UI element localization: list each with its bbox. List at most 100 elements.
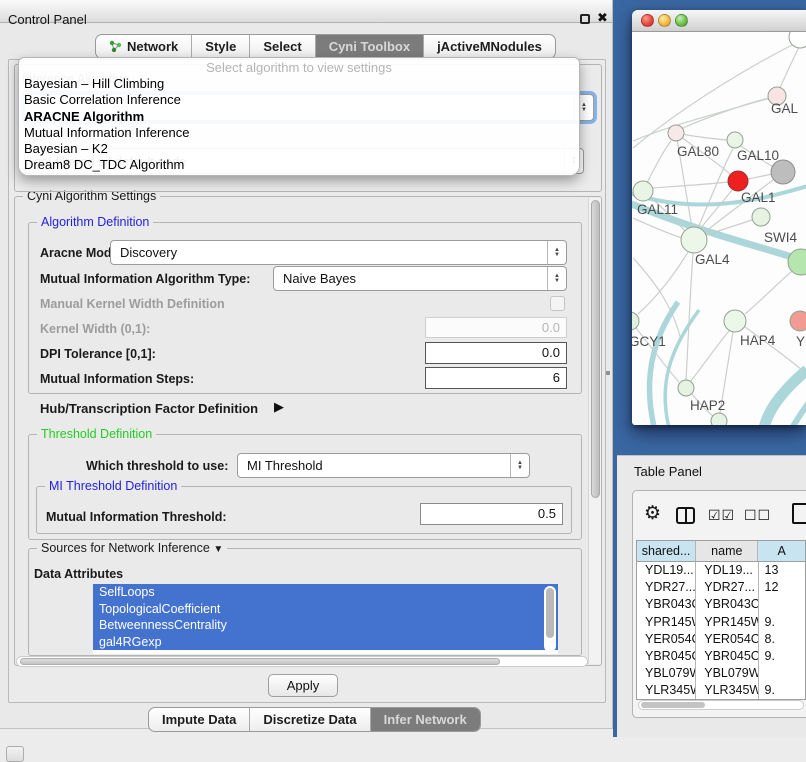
data-attributes-list[interactable]: SelfLoopsTopologicalCoefficientBetweenne… [93, 584, 558, 654]
dpi-tolerance-field[interactable]: 0.0 [425, 342, 567, 364]
kernel-width-label: Kernel Width (0,1): [40, 322, 150, 336]
network-node[interactable] [771, 160, 795, 184]
network-node-gal1[interactable] [728, 171, 748, 191]
aracne-mode-combo[interactable]: Discovery ▲▼ [110, 240, 567, 265]
network-node-y[interactable] [790, 311, 806, 331]
node-label-y: Y [796, 334, 805, 349]
column-header-a[interactable]: A [758, 541, 805, 561]
algorithm-option-bayesian-k2[interactable]: Bayesian – K2 [19, 141, 579, 157]
algorithm-option-dream8-dc-tdc-algorithm[interactable]: Dream8 DC_TDC Algorithm [19, 157, 579, 173]
float-window-icon[interactable] [580, 14, 590, 24]
tab-jactivemnodules[interactable]: jActiveMNodules [423, 35, 555, 58]
tab-label: Select [263, 39, 301, 54]
network-node-hap2[interactable] [678, 380, 694, 396]
splitter-grip[interactable] [606, 371, 610, 375]
node-label-gal4: GAL4 [695, 252, 730, 267]
column-header-shared[interactable]: shared... [637, 541, 696, 561]
scrollbar-thumb[interactable] [20, 658, 500, 665]
table-cell: 8. [759, 631, 806, 648]
deselect-all-checks-icon[interactable]: ☐☐ [744, 507, 771, 524]
which-threshold-combo[interactable]: MI Threshold ▲▼ [237, 453, 530, 478]
network-view-window[interactable]: GALGAL80GAL10GAL1GAL11SWI4GAL4GCY1HAP4YH… [632, 10, 806, 425]
scrollbar-thumb[interactable] [591, 200, 600, 498]
table-row[interactable]: YBR045CYBR045C9. [637, 648, 805, 665]
table-horizontal-scrollbar[interactable] [638, 700, 804, 710]
tab-label: jActiveMNodules [437, 39, 542, 54]
kernel-width-field[interactable]: 0.0 [425, 317, 567, 338]
minimized-panel-button[interactable] [6, 746, 24, 762]
expand-arrow-icon[interactable]: ▶ [274, 399, 284, 415]
mi-steps-field[interactable]: 6 [425, 367, 567, 389]
network-node[interactable] [788, 249, 806, 275]
node-table[interactable]: shared...nameAYDL19...YDL19...13YDR27...… [636, 540, 806, 700]
mi-type-value: Naive Bayes [274, 271, 547, 286]
tab-network[interactable]: Network [96, 35, 191, 58]
table-cell: 9. [759, 614, 806, 631]
mi-threshold-group-title: MI Threshold Definition [45, 479, 181, 493]
bottom-tab-impute-data[interactable]: Impute Data [149, 708, 249, 731]
scrollbar-thumb[interactable] [641, 702, 705, 708]
attribute-item-topologicalcoefficient[interactable]: TopologicalCoefficient [93, 601, 558, 618]
mi-type-label: Mutual Information Algorithm Type: [40, 272, 250, 286]
network-window-titlebar[interactable] [632, 10, 806, 32]
network-canvas[interactable]: GALGAL80GAL10GAL1GAL11SWI4GAL4GCY1HAP4YH… [632, 32, 806, 425]
minimize-traffic-light[interactable] [658, 14, 671, 27]
attribute-item-betweennesscentrality[interactable]: BetweennessCentrality [93, 617, 558, 634]
table-row[interactable]: YDR27...YDR27...12 [637, 579, 805, 596]
tab-style[interactable]: Style [191, 35, 249, 58]
table-row[interactable]: YDL19...YDL19...13 [637, 562, 805, 579]
network-node-gal80[interactable] [668, 125, 684, 141]
mi-threshold-label: Mutual Information Threshold: [46, 510, 227, 524]
network-node-gcy1[interactable] [632, 312, 639, 330]
mi-threshold-field[interactable]: 0.5 [420, 503, 563, 525]
apply-button[interactable]: Apply [268, 674, 338, 697]
algorithm-option-aracne-algorithm[interactable]: ARACNE Algorithm [19, 109, 579, 125]
table-cell: YPR145W [637, 614, 696, 631]
columns-icon[interactable] [676, 507, 695, 524]
settings-vertical-scrollbar[interactable] [588, 198, 601, 664]
table-row[interactable]: YER054CYER054C8. [637, 631, 805, 648]
tab-select[interactable]: Select [249, 35, 314, 58]
node-label-gal80: GAL80 [677, 144, 719, 159]
network-node-swi4[interactable] [752, 208, 770, 226]
mi-type-combo[interactable]: Naive Bayes ▲▼ [273, 266, 567, 291]
document-icon[interactable] [792, 503, 806, 524]
network-node[interactable] [711, 413, 727, 425]
table-row[interactable]: YLR345WYLR345W9. [637, 682, 805, 699]
bottom-tab-discretize-data[interactable]: Discretize Data [249, 708, 369, 731]
attributes-scrollbar[interactable] [544, 586, 556, 652]
table-cell: YBL079W [696, 665, 758, 682]
network-node-gal11[interactable] [633, 181, 653, 201]
table-cell: YER054C [637, 631, 696, 648]
network-node-hap4[interactable] [724, 310, 746, 332]
control-panel-titlebar [0, 0, 612, 23]
attribute-item-selfloops[interactable]: SelfLoops [93, 584, 558, 601]
zoom-traffic-light[interactable] [675, 14, 688, 27]
table-header-row: shared...nameA [637, 541, 805, 562]
select-all-checks-icon[interactable]: ☑☑ [708, 507, 735, 524]
table-cell: YDR27... [696, 579, 758, 596]
attribute-item-gal4rgexp[interactable]: gal4RGexp [93, 634, 558, 651]
table-row[interactable]: YBR043CYBR043C [637, 596, 805, 613]
close-traffic-light[interactable] [641, 14, 654, 27]
manual-kernel-checkbox[interactable] [550, 296, 565, 311]
algorithm-option-bayesian-hill-climbing[interactable]: Bayesian – Hill Climbing [19, 76, 579, 92]
collapse-arrow-icon[interactable]: ▼ [213, 544, 223, 555]
tab-cyni-toolbox[interactable]: Cyni Toolbox [315, 35, 423, 58]
scrollbar-thumb[interactable] [546, 588, 554, 638]
table-row[interactable]: YBL079WYBL079W [637, 665, 805, 682]
tab-label: Impute Data [162, 712, 236, 727]
bottom-tab-infer-network[interactable]: Infer Network [370, 708, 480, 731]
algorithm-option-mutual-information-inference[interactable]: Mutual Information Inference [19, 125, 579, 141]
algorithm-option-basic-correlation-inference[interactable]: Basic Correlation Inference [19, 92, 579, 108]
table-cell: 9. [759, 648, 806, 665]
network-node-gal4[interactable] [681, 227, 707, 253]
tab-label: Network [127, 39, 178, 54]
column-header-name[interactable]: name [696, 541, 758, 561]
table-row[interactable]: YPR145WYPR145W9. [637, 614, 805, 631]
settings-horizontal-scrollbar[interactable] [16, 656, 588, 667]
close-icon[interactable]: ✖ [597, 10, 608, 26]
network-node-gal10[interactable] [727, 132, 743, 148]
gear-icon[interactable]: ⚙ [644, 504, 661, 523]
application-screen: Control Panel ✖ Inference Algorithm ▲▼ g… [0, 0, 806, 762]
